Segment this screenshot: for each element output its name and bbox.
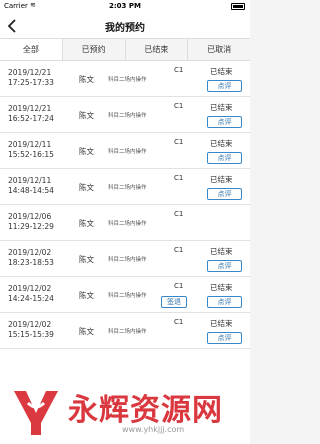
- license-level: C1: [174, 318, 184, 326]
- list-item: 2019/12/06 11:29-12:29 陈文 科目二场内操作 C1: [0, 205, 250, 241]
- review-button[interactable]: 点评: [207, 116, 242, 128]
- tab-booked[interactable]: 已预约: [63, 39, 126, 60]
- course-name: 科目二场内操作: [108, 293, 147, 299]
- chevron-left-icon: [7, 19, 16, 33]
- appointment-time: 18:23-18:53: [8, 258, 54, 267]
- appointment-datetime: 2019/12/02 14:24-15:24: [8, 284, 78, 304]
- course-name: 科目二场内操作: [108, 329, 147, 335]
- status-label: 已结束: [210, 319, 233, 328]
- appointment-time: 15:52-16:15: [8, 150, 54, 159]
- list-item: 2019/12/02 15:15-15:39 陈文 科目二场内操作 C1 已结束…: [0, 313, 250, 349]
- status-label: 已结束: [210, 139, 233, 148]
- status-label: 已结束: [210, 247, 233, 256]
- license-level: C1: [174, 102, 184, 110]
- appointment-time: 15:15-15:39: [8, 330, 54, 339]
- status-bar: Carrier ≋ 2:03 PM: [0, 0, 250, 14]
- appointment-time: 11:29-12:29: [8, 222, 54, 231]
- appointment-datetime: 2019/12/11 14:48-14:54: [8, 176, 78, 196]
- coach-name: 陈文: [79, 75, 94, 84]
- list-item: 2019/12/11 15:52-16:15 陈文 科目二场内操作 C1 已结束…: [0, 133, 250, 169]
- course-name: 科目二场内操作: [108, 149, 147, 155]
- tab-finished[interactable]: 已结束: [126, 39, 189, 60]
- appointment-datetime: 2019/12/02 15:15-15:39: [8, 320, 78, 340]
- course-name: 科目二场内操作: [108, 185, 147, 191]
- appointment-datetime: 2019/12/11 15:52-16:15: [8, 140, 78, 160]
- appointment-datetime: 2019/12/21 17:25-17:33: [8, 68, 78, 88]
- appointment-date: 2019/12/11: [8, 140, 52, 149]
- list-item: 2019/12/02 14:24-15:24 陈文 科目二场内操作 C1 已结束…: [0, 277, 250, 313]
- appointment-date: 2019/12/02: [8, 284, 52, 293]
- appointment-datetime: 2019/12/21 16:52-17:24: [8, 104, 78, 124]
- appointment-date: 2019/12/21: [8, 68, 52, 77]
- coach-name: 陈文: [79, 183, 94, 192]
- appointment-date: 2019/12/02: [8, 320, 52, 329]
- review-button[interactable]: 点评: [207, 152, 242, 164]
- coach-name: 陈文: [79, 219, 94, 228]
- review-button[interactable]: 点评: [207, 188, 242, 200]
- coach-name: 陈文: [79, 111, 94, 120]
- coach-name: 陈文: [79, 291, 94, 300]
- navigation-bar: 我的预约: [0, 14, 250, 38]
- appointment-time: 14:24-15:24: [8, 294, 54, 303]
- review-button[interactable]: 点评: [207, 296, 242, 308]
- page-title: 我的预约: [105, 23, 145, 34]
- status-label: 已结束: [210, 283, 233, 292]
- appointment-date: 2019/12/02: [8, 248, 52, 257]
- tab-all[interactable]: 全部: [0, 39, 63, 60]
- review-button[interactable]: 点评: [207, 332, 242, 344]
- tab-bar: 全部 已预约 已结束 已取消: [0, 38, 250, 61]
- review-button[interactable]: 点评: [207, 80, 242, 92]
- license-level: C1: [174, 174, 184, 182]
- coach-name: 陈文: [79, 327, 94, 336]
- status-label: 已结束: [210, 67, 233, 76]
- battery-icon: [231, 3, 245, 10]
- appointment-datetime: 2019/12/06 11:29-12:29: [8, 212, 78, 232]
- license-level: C1: [174, 210, 184, 218]
- coach-name: 陈文: [79, 147, 94, 156]
- appointment-list[interactable]: 2019/12/21 17:25-17:33 陈文 科目二场内操作 C1 已结束…: [0, 61, 250, 444]
- appointment-date: 2019/12/06: [8, 212, 52, 221]
- appointment-time: 14:48-14:54: [8, 186, 54, 195]
- list-item: 2019/12/21 16:52-17:24 陈文 科目二场内操作 C1 已结束…: [0, 97, 250, 133]
- tab-cancelled[interactable]: 已取消: [188, 39, 250, 60]
- course-name: 科目二场内操作: [108, 113, 147, 119]
- list-item: 2019/12/11 14:48-14:54 陈文 科目二场内操作 C1 已结束…: [0, 169, 250, 205]
- appointment-time: 16:52-17:24: [8, 114, 54, 123]
- license-level: C1: [174, 246, 184, 254]
- course-name: 科目二场内操作: [108, 257, 147, 263]
- license-level: C1: [174, 66, 184, 74]
- license-level: C1: [174, 138, 184, 146]
- course-name: 科目二场内操作: [108, 77, 147, 83]
- status-label: 已结束: [210, 175, 233, 184]
- back-button[interactable]: [2, 14, 24, 38]
- license-level: C1: [174, 282, 184, 290]
- course-name: 科目二场内操作: [108, 221, 147, 227]
- appointment-datetime: 2019/12/02 18:23-18:53: [8, 248, 78, 268]
- sign-out-button[interactable]: 签退: [161, 296, 187, 308]
- status-time: 2:03 PM: [109, 2, 141, 10]
- status-label: 已结束: [210, 103, 233, 112]
- coach-name: 陈文: [79, 255, 94, 264]
- list-item: 2019/12/21 17:25-17:33 陈文 科目二场内操作 C1 已结束…: [0, 61, 250, 97]
- appointment-time: 17:25-17:33: [8, 78, 54, 87]
- review-button[interactable]: 点评: [207, 260, 242, 272]
- appointment-date: 2019/12/11: [8, 176, 52, 185]
- list-item: 2019/12/02 18:23-18:53 陈文 科目二场内操作 C1 已结束…: [0, 241, 250, 277]
- appointment-date: 2019/12/21: [8, 104, 52, 113]
